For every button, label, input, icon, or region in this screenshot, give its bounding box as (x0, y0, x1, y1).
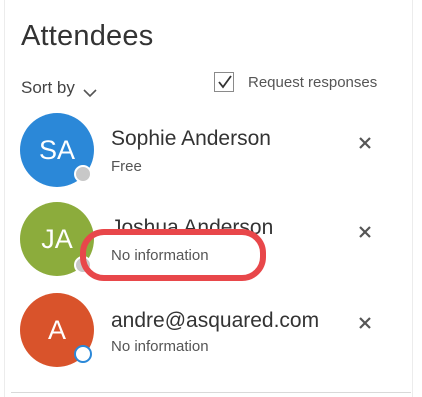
avatar-initials: SA (38, 134, 76, 165)
attendee-availability: No information (111, 247, 209, 264)
avatar-initials: JA (41, 223, 73, 254)
panel-divider (11, 392, 411, 393)
attendee-availability: No information (111, 338, 209, 355)
presence-status-icon (74, 165, 92, 183)
request-responses-option: Request responses (214, 72, 377, 92)
attendee-name: Joshua Anderson (111, 216, 274, 239)
sort-by-label: Sort by (21, 78, 75, 97)
attendees-panel: Attendees Sort by Request responses SA S… (0, 0, 422, 397)
close-icon (359, 226, 371, 238)
attendee-name: Sophie Anderson (111, 127, 271, 150)
remove-attendee-button[interactable] (357, 315, 373, 331)
checkmark-icon (218, 75, 232, 89)
request-responses-checkbox[interactable] (214, 72, 234, 92)
request-responses-label: Request responses (248, 73, 378, 91)
attendee-name: andre@asquared.com (111, 309, 320, 332)
close-icon (359, 137, 371, 149)
remove-attendee-button[interactable] (357, 224, 373, 240)
presence-status-icon (74, 256, 92, 274)
presence-status-icon (74, 345, 92, 363)
attendee-row: A andre@asquared.com No information (0, 293, 422, 373)
chevron-down-icon (83, 83, 97, 98)
remove-attendee-button[interactable] (357, 135, 373, 151)
attendee-availability: Free (111, 158, 142, 175)
attendee-row: JA Joshua Anderson No information (0, 202, 422, 282)
sort-by-dropdown[interactable]: Sort by (21, 78, 97, 98)
avatar-initials: A (47, 314, 66, 345)
panel-title: Attendees (21, 20, 154, 52)
attendee-row: SA Sophie Anderson Free (0, 113, 422, 193)
close-icon (359, 317, 371, 329)
